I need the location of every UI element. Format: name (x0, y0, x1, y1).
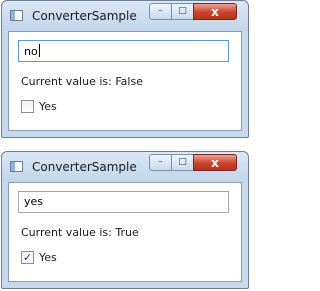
yes-checkbox-row[interactable]: Yes (21, 99, 57, 113)
close-button[interactable]: x (193, 3, 237, 20)
app-icon (10, 10, 23, 21)
yes-checkbox-row[interactable]: ✓ Yes (21, 250, 57, 264)
minimize-button[interactable]: – (149, 154, 172, 171)
value-input[interactable]: no (18, 40, 229, 62)
value-input-text: yes (24, 195, 44, 208)
yes-checkbox-label[interactable]: Yes (39, 100, 57, 113)
window-content: no Current value is: False Yes (8, 31, 242, 131)
value-input-text: no (24, 45, 38, 58)
title-bar[interactable]: ConverterSample – □ x (2, 1, 248, 31)
yes-checkbox-label[interactable]: Yes (39, 251, 57, 264)
window-title: ConverterSample (32, 160, 137, 174)
text-caret (38, 44, 40, 57)
yes-checkbox[interactable] (21, 99, 34, 113)
maximize-button[interactable]: □ (171, 154, 194, 171)
title-bar[interactable]: ConverterSample – □ x (2, 152, 248, 182)
value-input[interactable]: yes (18, 191, 229, 213)
minimize-button[interactable]: – (149, 3, 172, 20)
maximize-button[interactable]: □ (171, 3, 194, 20)
close-button[interactable]: x (193, 154, 237, 171)
window-content: yes Current value is: True ✓ Yes (8, 182, 242, 282)
converter-window-2: ConverterSample – □ x yes Current value … (1, 151, 249, 289)
yes-checkbox[interactable]: ✓ (21, 250, 34, 264)
window-title: ConverterSample (32, 9, 137, 23)
converter-window-1: ConverterSample – □ x no Current value i… (1, 0, 249, 138)
current-value-label: Current value is: True (21, 226, 139, 239)
app-icon (10, 161, 23, 172)
current-value-label: Current value is: False (21, 75, 143, 88)
